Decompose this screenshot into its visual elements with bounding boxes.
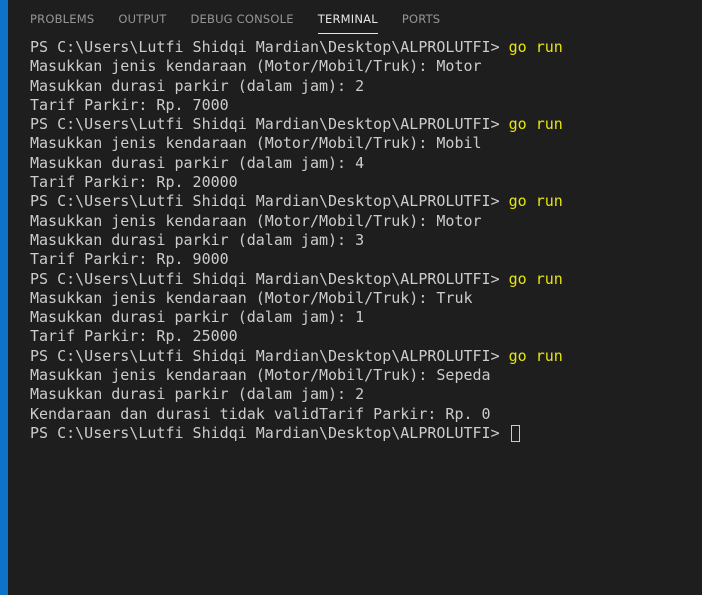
tab-terminal[interactable]: TERMINAL bbox=[317, 12, 378, 34]
tab-debug-console[interactable]: DEBUG CONSOLE bbox=[190, 12, 293, 33]
terminal-final-prompt-line: PS C:\Users\Lutfi Shidqi Mardian\Desktop… bbox=[30, 424, 702, 443]
tab-output[interactable]: OUTPUT bbox=[118, 12, 166, 33]
prompt-text: PS C:\Users\Lutfi Shidqi Mardian\Desktop… bbox=[30, 115, 509, 134]
terminal-output-line: Tarif Parkir: Rp. 20000 bbox=[30, 173, 238, 192]
terminal-output-line: Masukkan durasi parkir (dalam jam): 4 bbox=[30, 153, 365, 172]
terminal-prompt-line: PS C:\Users\Lutfi Shidqi Mardian\Desktop… bbox=[30, 192, 702, 211]
tab-ports[interactable]: PORTS bbox=[402, 12, 440, 33]
terminal-output-line: Masukkan durasi parkir (dalam jam): 2 bbox=[30, 385, 365, 404]
command-text: go run bbox=[508, 115, 563, 134]
terminal-output-line: Masukkan jenis kendaraan (Motor/Mobil/Tr… bbox=[30, 288, 473, 307]
terminal-output-line: Tarif Parkir: Rp. 7000 bbox=[30, 95, 229, 114]
command-text: go run bbox=[508, 192, 563, 211]
terminal-output-line: Masukkan jenis kendaraan (Motor/Mobil/Tr… bbox=[30, 211, 482, 230]
terminal-output-line: Tarif Parkir: Rp. 25000 bbox=[30, 327, 238, 346]
terminal-panel: PROBLEMS OUTPUT DEBUG CONSOLE TERMINAL P… bbox=[0, 0, 702, 595]
terminal-output-line: Masukkan jenis kendaraan (Motor/Mobil/Tr… bbox=[30, 134, 482, 153]
terminal-prompt-line: PS C:\Users\Lutfi Shidqi Mardian\Desktop… bbox=[30, 115, 702, 134]
command-text: go run bbox=[508, 346, 563, 365]
terminal-output-line: Masukkan durasi parkir (dalam jam): 3 bbox=[30, 230, 365, 249]
prompt-text: PS C:\Users\Lutfi Shidqi Mardian\Desktop… bbox=[30, 269, 509, 288]
prompt-text: PS C:\Users\Lutfi Shidqi Mardian\Desktop… bbox=[30, 192, 509, 211]
terminal-output-line: Tarif Parkir: Rp. 9000 bbox=[30, 250, 229, 269]
prompt-text: PS C:\Users\Lutfi Shidqi Mardian\Desktop… bbox=[30, 423, 509, 442]
terminal-output-line: Kendaraan dan durasi tidak validTarif Pa… bbox=[30, 404, 491, 423]
prompt-text: PS C:\Users\Lutfi Shidqi Mardian\Desktop… bbox=[30, 38, 509, 56]
terminal-prompt-line: PS C:\Users\Lutfi Shidqi Mardian\Desktop… bbox=[30, 38, 702, 57]
prompt-text: PS C:\Users\Lutfi Shidqi Mardian\Desktop… bbox=[30, 346, 509, 365]
terminal-output-line: Masukkan jenis kendaraan (Motor/Mobil/Tr… bbox=[30, 366, 491, 385]
terminal-output[interactable]: PS C:\Users\Lutfi Shidqi Mardian\Desktop… bbox=[30, 38, 702, 595]
tab-problems[interactable]: PROBLEMS bbox=[30, 12, 94, 33]
terminal-prompt-line: PS C:\Users\Lutfi Shidqi Mardian\Desktop… bbox=[30, 270, 702, 289]
command-text: go run bbox=[508, 269, 563, 288]
command-text: go run bbox=[508, 38, 563, 56]
terminal-cursor[interactable] bbox=[510, 424, 520, 442]
panel-tab-bar: PROBLEMS OUTPUT DEBUG CONSOLE TERMINAL P… bbox=[8, 0, 702, 36]
terminal-output-line: Masukkan jenis kendaraan (Motor/Mobil/Tr… bbox=[30, 57, 482, 76]
terminal-prompt-line: PS C:\Users\Lutfi Shidqi Mardian\Desktop… bbox=[30, 347, 702, 366]
terminal-output-line: Masukkan durasi parkir (dalam jam): 2 bbox=[30, 76, 365, 95]
terminal-output-line: Masukkan durasi parkir (dalam jam): 1 bbox=[30, 308, 365, 327]
